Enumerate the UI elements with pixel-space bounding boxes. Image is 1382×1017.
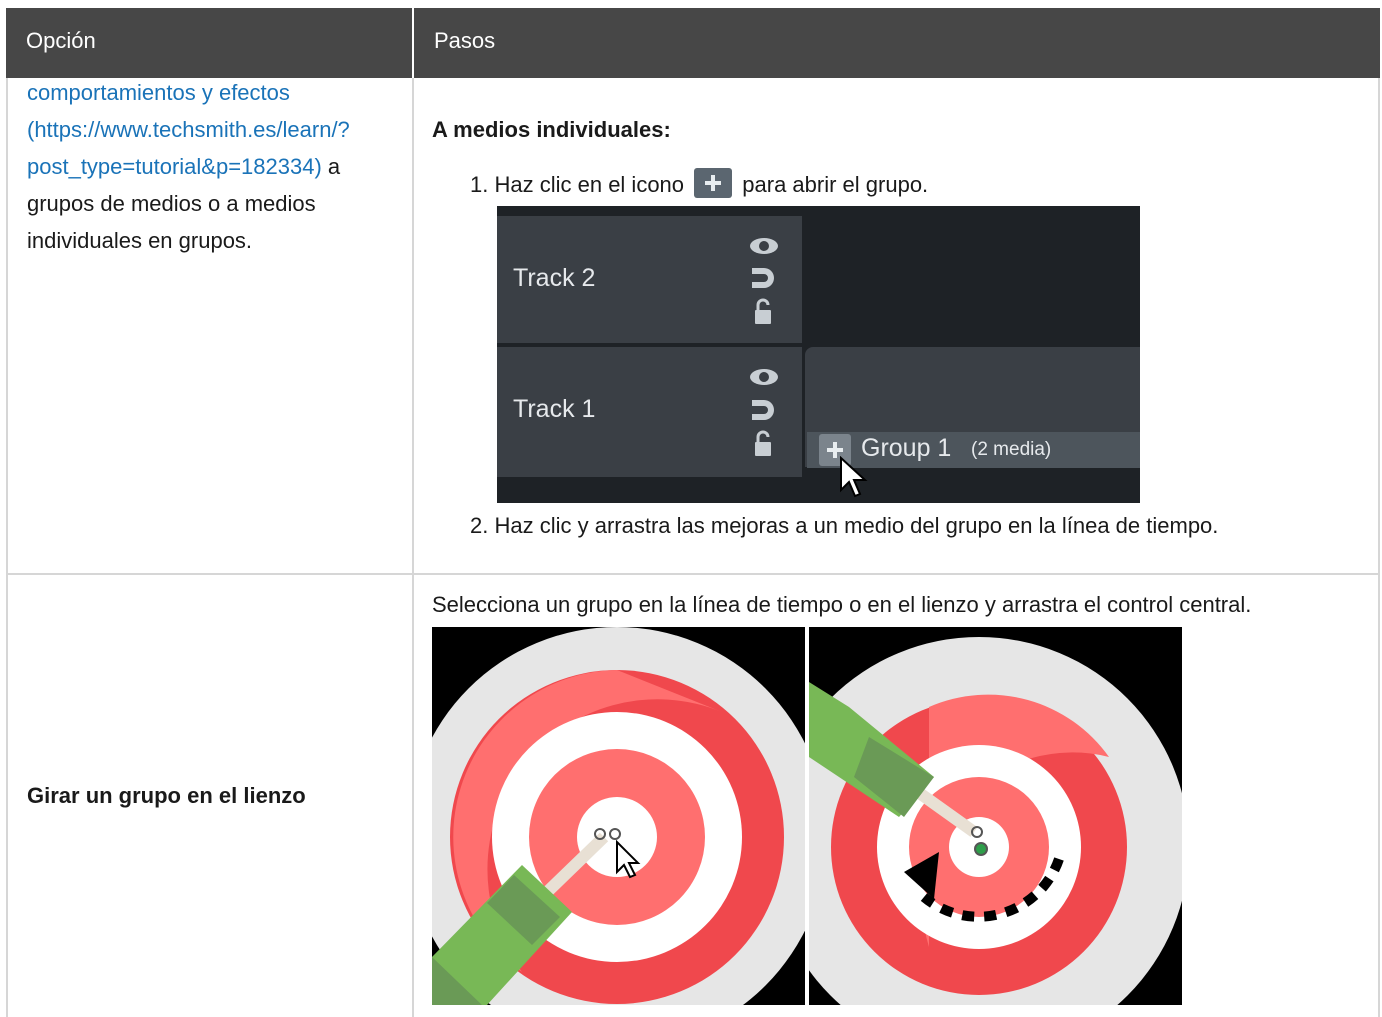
- step-2: 2. Haz clic y arrastra las mejoras a un …: [470, 513, 1218, 539]
- table-border-left: [6, 78, 8, 1017]
- subheading-individual-media: A medios individuales:: [432, 117, 671, 142]
- effects-link-line1[interactable]: comportamientos y efectos: [27, 80, 290, 105]
- group-media-count: (2 media): [971, 439, 1052, 460]
- option-text-line1: grupos de medios o a medios: [27, 191, 316, 216]
- target-before-rotation-image: [432, 627, 805, 1005]
- column-header-option: Opción: [6, 8, 412, 78]
- row2-instruction: Selecciona un grupo en la línea de tiemp…: [432, 592, 1252, 617]
- step-1-text-before: Haz clic en el icono: [494, 171, 685, 197]
- target-after-rotation-image: [809, 627, 1182, 1005]
- step-2-text: Haz clic y arrastra las mejoras a un med…: [494, 513, 1219, 538]
- option-text-line2: individuales en grupos.: [27, 228, 253, 253]
- effects-link-line2[interactable]: (https://www.techsmith.es/learn/?: [27, 117, 350, 142]
- column-header-steps: Pasos: [414, 8, 1380, 78]
- plus-icon: [694, 168, 733, 198]
- step-1-number: 1.: [470, 171, 489, 197]
- step-2-number: 2.: [470, 513, 489, 538]
- row1-option-cell: comportamientos y efectos (https://www.t…: [27, 74, 397, 259]
- row2-option: Girar un grupo en el lienzo: [27, 783, 306, 808]
- column-divider: [412, 78, 414, 1017]
- step-1-text-after: para abrir el grupo.: [742, 171, 929, 197]
- effects-link-line3[interactable]: post_type=tutorial&p=182334): [27, 154, 322, 179]
- table-border-right: [1378, 78, 1380, 1017]
- timeline-screenshot: Track 2 Track 1 Group 1 (2 media): [497, 206, 1140, 503]
- step-1: 1. Haz clic en el icono para abrir el gr…: [470, 168, 929, 201]
- option-text-suffix: a: [321, 154, 341, 179]
- row-divider: [6, 573, 1380, 575]
- mouse-cursor-icon: [840, 456, 868, 498]
